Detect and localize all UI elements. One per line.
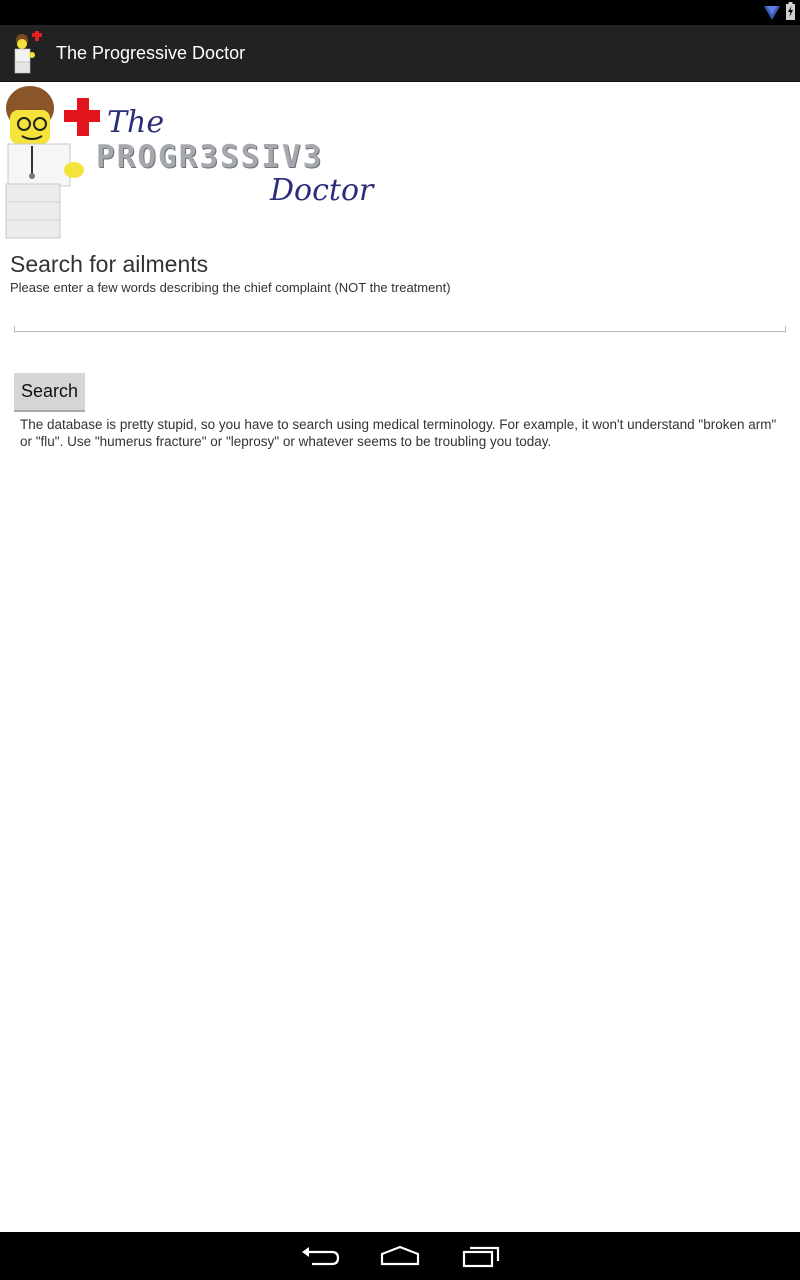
main-content: The PROGR3SSIV3 Doctor Search for ailmen… [0, 82, 800, 1232]
input-underline-right-tick [785, 326, 786, 333]
navigation-bar [0, 1232, 800, 1280]
recent-apps-icon[interactable] [458, 1242, 502, 1270]
battery-charging-icon [786, 2, 795, 25]
logo-text-the: The [107, 105, 165, 140]
ailment-search-input[interactable] [14, 302, 786, 332]
back-icon[interactable] [298, 1242, 342, 1270]
status-bar [0, 0, 800, 25]
logo-text-doctor: Doctor [270, 173, 374, 208]
doctor-lego-icon[interactable] [10, 31, 46, 75]
search-instructions: Please enter a few words describing the … [10, 280, 451, 295]
action-bar: The Progressive Doctor [0, 25, 800, 82]
wifi-icon [764, 4, 780, 25]
doctor-lego-figure-icon [5, 86, 100, 239]
search-heading: Search for ailments [10, 251, 209, 277]
app-logo: The PROGR3SSIV3 Doctor [0, 84, 380, 240]
search-button[interactable]: Search [14, 373, 85, 412]
search-help-text: The database is pretty stupid, so you ha… [20, 417, 777, 449]
home-icon[interactable] [378, 1242, 422, 1270]
logo-text-progressive: PROGR3SSIV3 [96, 139, 324, 175]
input-underline-left-tick [14, 326, 15, 333]
app-title: The Progressive Doctor [56, 43, 246, 63]
